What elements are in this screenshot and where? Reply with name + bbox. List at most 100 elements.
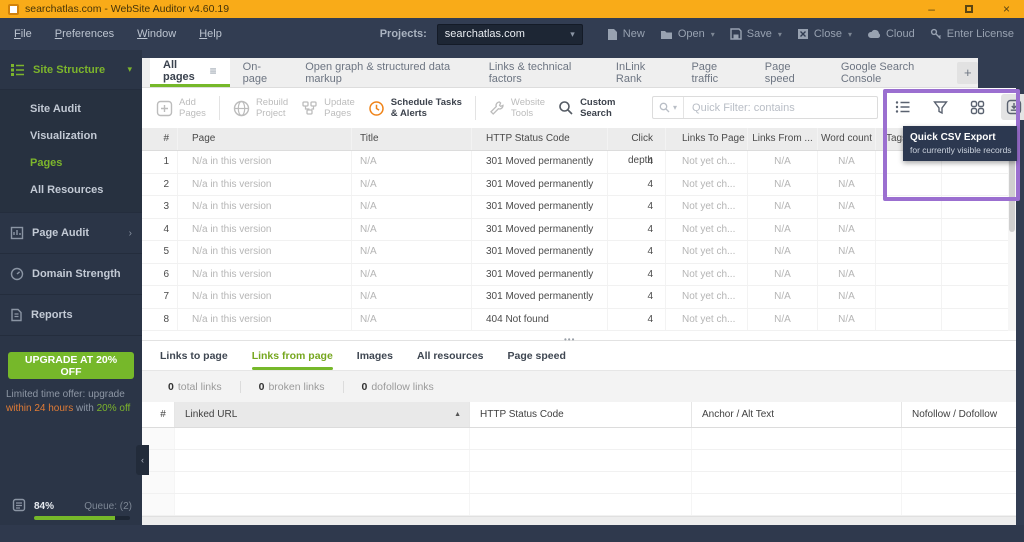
cell-page: N/a in this version: [178, 241, 352, 263]
sidebar-item-page-audit[interactable]: Page Audit ›: [0, 213, 142, 254]
progress-bar-fill: [34, 516, 115, 520]
tab-inlink-rank[interactable]: InLink Rank: [603, 58, 679, 87]
stat-dofollow-links: 0dofollow links: [344, 381, 452, 393]
enter-license-button[interactable]: Enter License: [930, 28, 1014, 40]
progress-percent: 84%: [34, 501, 54, 512]
tab-links-from-page[interactable]: Links from page: [252, 341, 333, 370]
menu-file[interactable]: File: [14, 28, 32, 40]
cell-links-from: N/A: [748, 264, 818, 286]
sidebar-item-site-audit[interactable]: Site Audit: [0, 96, 142, 123]
close-project-button[interactable]: Close ▾: [797, 28, 852, 40]
key-icon: [930, 28, 942, 40]
cell-word-count: N/A: [818, 174, 876, 196]
menu-preferences[interactable]: Preferences: [55, 28, 114, 40]
workspace-layout-button[interactable]: [964, 94, 990, 120]
cloud-button[interactable]: Cloud: [867, 28, 915, 40]
quick-filter-input[interactable]: [684, 102, 877, 114]
sidebar-item-site-structure[interactable]: Site Structure ▾: [0, 50, 142, 90]
hamburger-icon[interactable]: ≡: [210, 64, 217, 78]
col-anchor-alt-text[interactable]: Anchor / Alt Text: [692, 402, 902, 427]
cell-http-status: 301 Moved permanently: [472, 219, 608, 241]
col-title[interactable]: Title: [352, 128, 472, 150]
sidebar-item-reports[interactable]: Reports: [0, 295, 142, 336]
cell-click-depth: 4: [608, 196, 666, 218]
update-pages-icon: [301, 100, 318, 117]
table-row[interactable]: 1 N/a in this version N/A 301 Moved perm…: [142, 151, 1008, 174]
tab-page-traffic[interactable]: Page traffic: [678, 58, 751, 87]
bottom-panel-collapse-button[interactable]: ‹: [136, 445, 149, 475]
project-select[interactable]: searchatlas.com ▾: [437, 24, 583, 45]
table-row[interactable]: 3 N/a in this version N/A 301 Moved perm…: [142, 196, 1008, 219]
upgrade-button[interactable]: UPGRADE AT 20% OFF: [8, 352, 134, 379]
sidebar-item-domain-strength[interactable]: Domain Strength: [0, 254, 142, 295]
tab-links-technical[interactable]: Links & technical factors: [476, 58, 603, 87]
cell-click-depth: 4: [608, 219, 666, 241]
col-http-status[interactable]: HTTP Status Code: [472, 128, 608, 150]
tab-google-search-console[interactable]: Google Search Console: [828, 58, 954, 87]
search-icon: [659, 102, 670, 113]
quick-csv-export-button[interactable]: [1001, 94, 1024, 120]
col-linked-url[interactable]: Linked URL ▲: [175, 402, 470, 427]
cell-filler: [942, 286, 1008, 308]
col-links-to-page[interactable]: Links To Page: [666, 128, 748, 150]
cell-page: N/a in this version: [178, 286, 352, 308]
col-click-depth[interactable]: Click depth: [608, 128, 666, 150]
col-page[interactable]: Page: [178, 128, 352, 150]
rebuild-project-button[interactable]: RebuildProject: [233, 97, 288, 119]
filter-mode-button[interactable]: ▾: [653, 97, 684, 118]
cell-number: 3: [142, 196, 178, 218]
menu-bar: File Preferences Window Help Projects: s…: [0, 18, 1024, 50]
restore-button[interactable]: [965, 5, 973, 13]
col-nofollow-dofollow[interactable]: Nofollow / Dofollow: [902, 402, 1016, 427]
custom-search-button[interactable]: CustomSearch: [558, 97, 615, 119]
sidebar-item-all-resources[interactable]: All Resources: [0, 177, 142, 204]
col-links-from[interactable]: Links From ...: [748, 128, 818, 150]
table-row[interactable]: 4 N/a in this version N/A 301 Moved perm…: [142, 219, 1008, 242]
sidebar-item-pages[interactable]: Pages: [0, 150, 142, 177]
cell-number: 1: [142, 151, 178, 173]
table-row[interactable]: 2 N/a in this version N/A 301 Moved perm…: [142, 174, 1008, 197]
add-pages-button[interactable]: AddPages: [156, 97, 206, 119]
tab-links-to-page[interactable]: Links to page: [160, 341, 228, 370]
column-list-button[interactable]: [890, 94, 916, 120]
tab-all-resources[interactable]: All resources: [417, 341, 484, 370]
project-select-value: searchatlas.com: [445, 28, 570, 40]
tooltip-subtitle: for currently visible records: [910, 145, 1010, 155]
col-number[interactable]: #: [142, 402, 175, 427]
table-row[interactable]: 7 N/a in this version N/A 301 Moved perm…: [142, 286, 1008, 309]
chevron-down-icon: ▾: [778, 30, 782, 39]
empty-row: [142, 494, 1016, 516]
cell-title: N/A: [352, 241, 472, 263]
table-row[interactable]: 5 N/a in this version N/A 301 Moved perm…: [142, 241, 1008, 264]
pages-table-header: # Page Title HTTP Status Code Click dept…: [142, 128, 1008, 151]
tab-on-page[interactable]: On-page: [230, 58, 293, 87]
filter-button[interactable]: [927, 94, 953, 120]
menu-help[interactable]: Help: [199, 28, 222, 40]
close-button[interactable]: ×: [1003, 3, 1010, 15]
col-http-status[interactable]: HTTP Status Code: [470, 402, 692, 427]
tab-all-pages[interactable]: All pages ≡: [150, 58, 230, 87]
cell-http-status: 301 Moved permanently: [472, 151, 608, 173]
sort-asc-icon: ▲: [454, 402, 461, 427]
sidebar-item-visualization[interactable]: Visualization: [0, 123, 142, 150]
col-number[interactable]: #: [142, 128, 178, 150]
tab-open-graph[interactable]: Open graph & structured data markup: [292, 58, 476, 87]
tab-images[interactable]: Images: [357, 341, 393, 370]
col-word-count[interactable]: Word count: [818, 128, 876, 150]
pages-toolbar: AddPages RebuildProject UpdatePages Sche…: [142, 88, 1016, 128]
add-tab-button[interactable]: +: [957, 62, 978, 84]
schedule-tasks-button[interactable]: Schedule Tasks& Alerts: [368, 97, 462, 119]
menu-window[interactable]: Window: [137, 28, 176, 40]
tab-page-speed-detail[interactable]: Page speed: [508, 341, 566, 370]
tab-page-speed[interactable]: Page speed: [752, 58, 828, 87]
open-project-button[interactable]: Open ▾: [660, 28, 715, 40]
table-row[interactable]: 6 N/a in this version N/A 301 Moved perm…: [142, 264, 1008, 287]
update-pages-button[interactable]: UpdatePages: [301, 97, 355, 119]
save-project-button[interactable]: Save ▾: [730, 28, 782, 40]
cell-number: 5: [142, 241, 178, 263]
website-tools-button[interactable]: WebsiteTools: [489, 97, 545, 119]
new-project-button[interactable]: New: [607, 28, 645, 41]
table-row[interactable]: 8 N/a in this version N/A 404 Not found …: [142, 309, 1008, 332]
scrollbar-thumb[interactable]: [1009, 150, 1015, 232]
minimize-button[interactable]: –: [928, 3, 935, 15]
